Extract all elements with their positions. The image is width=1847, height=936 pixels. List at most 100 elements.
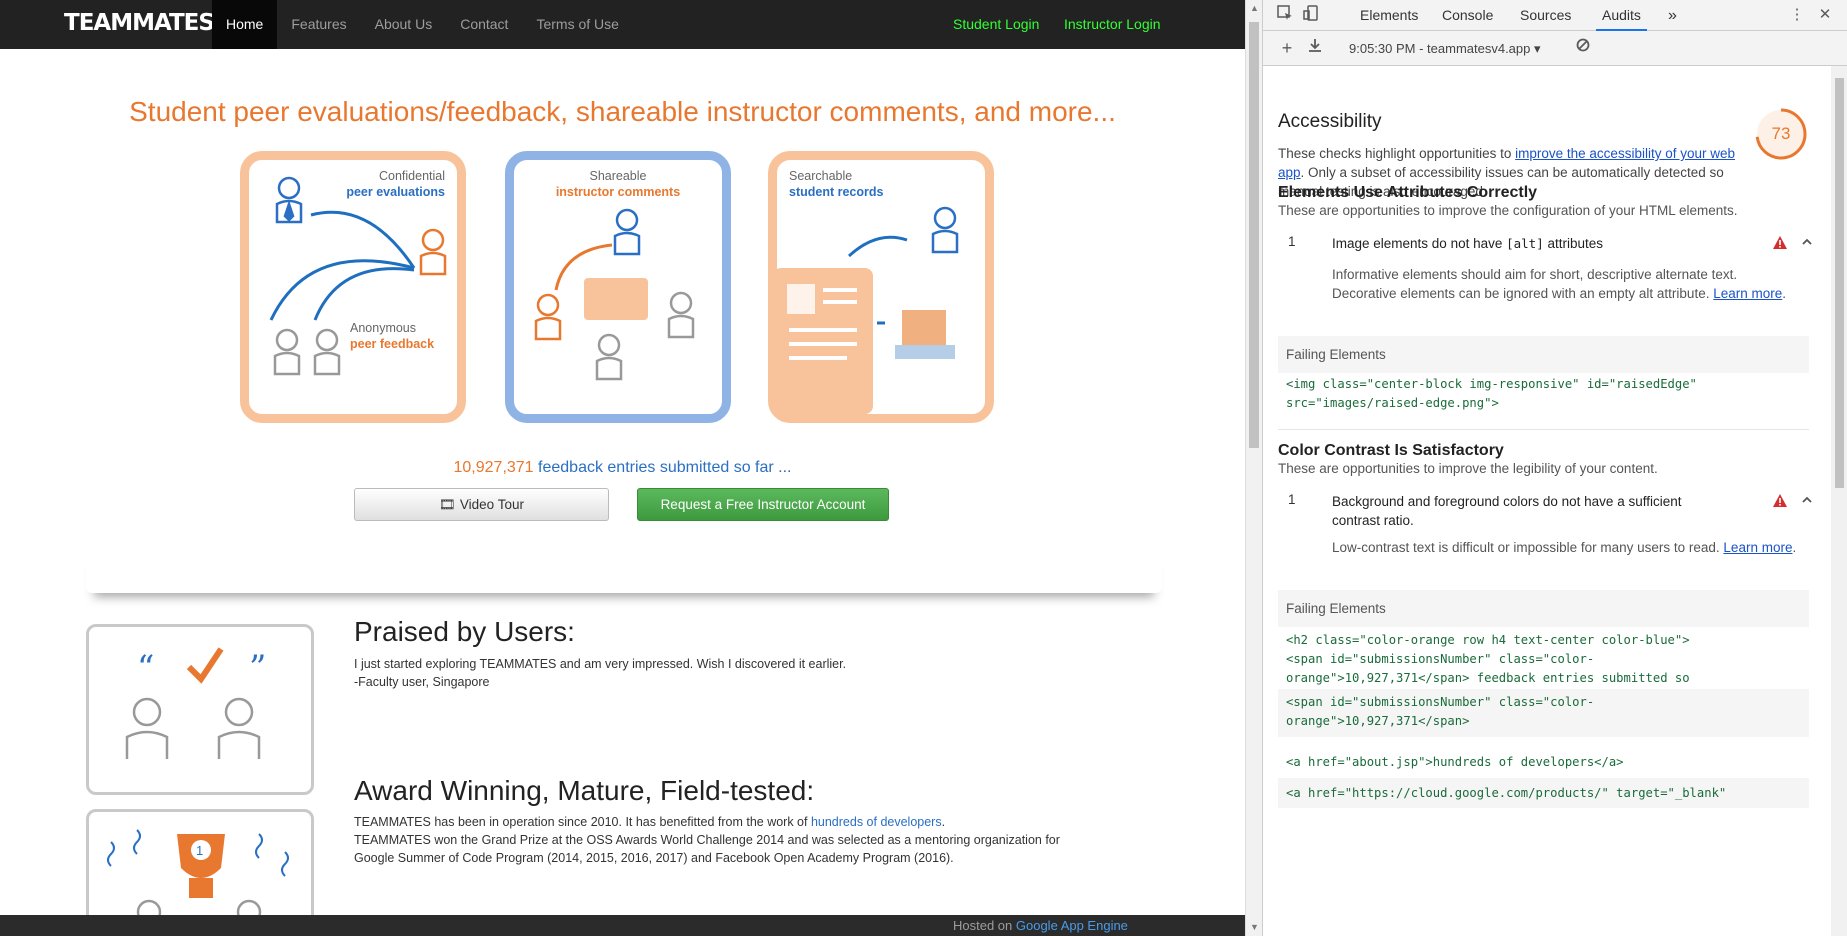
audits-toolbar: + 9:05:30 PM - teammatesv4.app ▾: [1263, 31, 1847, 66]
instructor-comments-illustration: [534, 208, 695, 381]
inspect-element-icon[interactable]: [1275, 5, 1295, 25]
audit-detail-text: Informative elements should aim for shor…: [1332, 267, 1738, 301]
chevron-up-icon[interactable]: [1800, 493, 1814, 507]
group-elements-attributes-title: Elements Use Attributes Correctly: [1278, 184, 1538, 201]
feature-label-bottom: Anonymous peer feedback: [350, 320, 434, 352]
learn-more-link[interactable]: Learn more: [1723, 540, 1792, 555]
arrows-icon: [269, 210, 416, 321]
close-icon[interactable]: ✕: [1815, 5, 1835, 25]
devtools-panel: Elements Console Sources Audits » ⋮ ✕ + …: [1262, 0, 1847, 936]
report-label: 9:05:30 PM - teammatesv4.app: [1349, 41, 1531, 56]
add-audit-icon[interactable]: +: [1277, 38, 1297, 58]
brand-text: TEAMMATES: [64, 10, 215, 36]
footer: Hosted on Google App Engine: [0, 915, 1245, 936]
award-title: Award Winning, Mature, Field-tested:: [354, 775, 815, 806]
award-text-1: TEAMMATES has been in operation since 20…: [354, 815, 811, 829]
audit-color-contrast[interactable]: 1 Background and foreground colors do no…: [1278, 492, 1823, 532]
audit-title: Background and foreground colors do not …: [1332, 494, 1682, 528]
learn-more-link[interactable]: Learn more: [1713, 286, 1782, 301]
group-color-contrast-title: Color Contrast Is Satisfactory: [1278, 442, 1504, 459]
video-tour-button[interactable]: 🎞 Video Tour: [354, 488, 609, 521]
raised-edge-image: [86, 549, 1162, 593]
google-app-engine-link[interactable]: Google App Engine: [1016, 918, 1128, 933]
submissions-number: 10,927,371: [453, 459, 534, 476]
warning-icon: [1773, 494, 1787, 507]
feature-bold-text-2: peer feedback: [350, 337, 435, 351]
failing-element-code[interactable]: <a href="https://cloud.google.com/produc…: [1278, 778, 1809, 808]
website-scrollbar[interactable]: ▲ ▼: [1245, 0, 1262, 936]
devtools-tab-bar: Elements Console Sources Audits » ⋮ ✕: [1263, 0, 1847, 31]
devtools-scrollbar-thumb[interactable]: [1835, 78, 1844, 488]
student-login-link[interactable]: Student Login: [953, 0, 1039, 49]
group-color-contrast-desc: These are opportunities to improve the l…: [1278, 461, 1658, 476]
audit-title-before: Image elements do not have: [1332, 236, 1507, 251]
nav-terms-of-use[interactable]: Terms of Use: [522, 0, 632, 49]
scroll-down-arrow-icon[interactable]: ▼: [1246, 919, 1263, 936]
feature-label-top: Confidential peer evaluations: [346, 168, 445, 200]
failing-element-code[interactable]: <a href="about.jsp">hundreds of develope…: [1286, 753, 1809, 772]
feature-bold-text: peer evaluations: [346, 185, 445, 199]
praised-illustration: “ ”: [86, 624, 314, 795]
tab-console[interactable]: Console: [1442, 0, 1493, 31]
tab-sources[interactable]: Sources: [1520, 0, 1571, 31]
person-gray-icon: [273, 328, 341, 376]
audit-number: 1: [1288, 492, 1296, 507]
footer-text: Hosted on Google App Engine: [953, 915, 1128, 936]
tab-audits[interactable]: Audits: [1596, 0, 1647, 31]
website-scrollbar-thumb[interactable]: [1249, 22, 1259, 448]
feature-card-peer-evaluations: Confidential peer evaluations Anonymous …: [240, 151, 466, 423]
award-illustration: 1: [86, 809, 314, 929]
audit-detail-text: Low-contrast text is difficult or imposs…: [1332, 540, 1724, 555]
failing-element-code[interactable]: <img class="center-block img-responsive"…: [1286, 375, 1809, 413]
instructor-login-link[interactable]: Instructor Login: [1064, 0, 1161, 49]
record-tray-icon: [895, 345, 955, 359]
audit-image-alt[interactable]: 1 Image elements do not have [alt] attri…: [1278, 234, 1823, 258]
audit-color-contrast-detail: Low-contrast text is difficult or imposs…: [1332, 540, 1797, 555]
nav-contact[interactable]: Contact: [446, 0, 522, 49]
screen: TEAMMATES∞ Home Features About Us Contac…: [0, 0, 1847, 936]
nav-about-us[interactable]: About Us: [361, 0, 447, 49]
feature-card-instructor-comments: Shareable instructor comments: [505, 151, 731, 423]
devtools-scrollbar[interactable]: [1831, 66, 1847, 936]
award-paragraph-2: TEAMMATES won the Grand Prize at the OSS…: [354, 833, 1060, 865]
download-icon[interactable]: [1305, 38, 1325, 58]
navbar: TEAMMATES∞ Home Features About Us Contac…: [0, 0, 1245, 49]
failing-element-code[interactable]: <span id="submissionsNumber" class="colo…: [1278, 689, 1809, 737]
arrow-icon: [847, 235, 908, 258]
site-content: Student peer evaluations/feedback, share…: [0, 49, 1245, 929]
person-gray-icon: [125, 697, 261, 759]
scroll-up-arrow-icon[interactable]: ▲: [1246, 0, 1263, 17]
trophy-number: 1: [196, 843, 203, 858]
feature-light-text: Confidential: [378, 169, 445, 183]
audit-title-after: attributes: [1543, 236, 1604, 251]
brand-logo[interactable]: TEAMMATES∞: [64, 6, 224, 40]
film-icon: 🎞: [439, 497, 460, 512]
kebab-menu-icon[interactable]: ⋮: [1787, 5, 1807, 25]
report-select[interactable]: 9:05:30 PM - teammatesv4.app ▾: [1349, 31, 1541, 66]
website-viewport: TEAMMATES∞ Home Features About Us Contac…: [0, 0, 1245, 936]
device-toolbar-icon[interactable]: [1301, 5, 1321, 25]
more-tabs-icon[interactable]: »: [1668, 0, 1677, 31]
person-blue-icon: [931, 206, 959, 254]
warning-icon: [1773, 236, 1787, 249]
request-account-button[interactable]: Request a Free Instructor Account: [637, 488, 889, 521]
audit-image-alt-detail: Informative elements should aim for shor…: [1332, 267, 1787, 301]
accessibility-title: Accessibility: [1278, 111, 1382, 132]
headline: Student peer evaluations/feedback, share…: [129, 96, 1116, 127]
nav-features[interactable]: Features: [277, 0, 360, 49]
clear-icon[interactable]: [1573, 38, 1593, 58]
audit-report: Accessibility These checks highlight opp…: [1263, 66, 1831, 936]
hundreds-of-developers-link[interactable]: hundreds of developers: [811, 815, 942, 829]
nav-home[interactable]: Home: [212, 0, 278, 49]
tab-elements[interactable]: Elements: [1360, 0, 1418, 31]
chevron-up-icon[interactable]: [1800, 235, 1814, 249]
person-orange-icon: [419, 228, 447, 276]
checkmark-icon: [186, 647, 224, 684]
video-tour-label: Video Tour: [459, 497, 524, 512]
student-records-illustration: [777, 206, 959, 414]
dropdown-arrow-icon: ▾: [1534, 41, 1541, 56]
submissions-text: feedback entries submitted so far ...: [533, 459, 792, 476]
praised-author: -Faculty user, Singapore: [354, 675, 490, 689]
record-photo-icon: [787, 284, 815, 314]
nav-menu: Home Features About Us Contact Terms of …: [212, 0, 633, 49]
